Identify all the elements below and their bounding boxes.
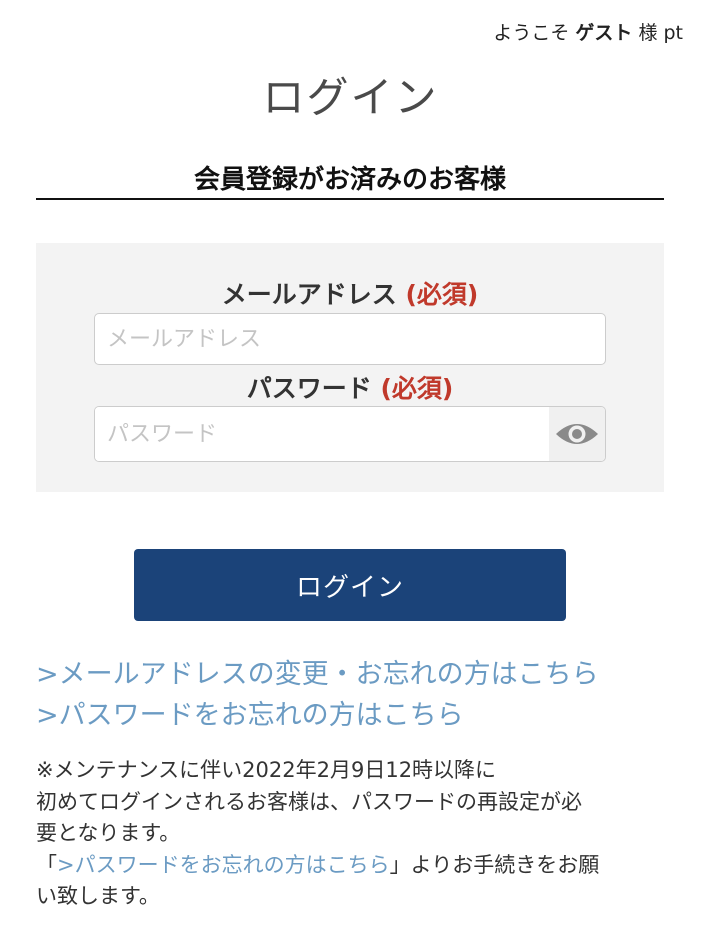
notice-bracket-open: 「 bbox=[36, 852, 57, 877]
guest-name: ゲスト bbox=[575, 22, 633, 44]
welcome-greeting: ようこそ ゲスト 様 pt bbox=[493, 18, 683, 45]
forgot-password-link[interactable]: >パスワードをお忘れの方はこちら bbox=[36, 695, 676, 736]
eye-icon bbox=[556, 424, 598, 444]
email-input[interactable] bbox=[94, 313, 606, 365]
password-visibility-toggle[interactable] bbox=[549, 407, 605, 461]
password-label-text: パスワード bbox=[246, 374, 372, 403]
email-required-badge: (必須) bbox=[405, 280, 479, 309]
email-change-link[interactable]: >メールアドレスの変更・お忘れの方はこちら bbox=[36, 654, 676, 695]
greeting-suffix: 様 pt bbox=[638, 22, 683, 44]
password-field bbox=[94, 406, 606, 462]
notice-line-1: ※メンテナンスに伴い2022年2月9日12時以降に bbox=[36, 758, 497, 782]
notice-line-3: 要となります。 bbox=[36, 821, 181, 845]
login-form-panel: メールアドレス (必須) パスワード (必須) bbox=[36, 243, 664, 492]
greeting-prefix: ようこそ bbox=[493, 22, 570, 44]
email-label-text: メールアドレス bbox=[221, 280, 397, 309]
notice-line-4: 「>パスワードをお忘れの方はこちら」よりお手続きをお願 bbox=[36, 850, 676, 882]
password-label: パスワード (必須) bbox=[36, 369, 664, 405]
member-login-heading: 会員登録がお済みのお客様 bbox=[36, 160, 664, 200]
password-required-badge: (必須) bbox=[380, 374, 454, 403]
login-button[interactable]: ログイン bbox=[134, 549, 566, 621]
help-links: >メールアドレスの変更・お忘れの方はこちら >パスワードをお忘れの方はこちら bbox=[36, 654, 676, 736]
email-label: メールアドレス (必須) bbox=[36, 275, 664, 311]
notice-line-5: い致します。 bbox=[36, 884, 160, 908]
password-input[interactable] bbox=[95, 407, 551, 461]
page-title: ログイン bbox=[262, 73, 439, 122]
maintenance-notice: ※メンテナンスに伴い2022年2月9日12時以降に 初めてログインされるお客様は… bbox=[36, 755, 676, 913]
notice-bracket-close: 」よりお手続きをお願 bbox=[389, 852, 600, 877]
notice-forgot-password-link[interactable]: >パスワードをお忘れの方はこちら bbox=[57, 853, 390, 877]
notice-line-2: 初めてログインされるお客様は、パスワードの再設定が必 bbox=[36, 789, 582, 814]
